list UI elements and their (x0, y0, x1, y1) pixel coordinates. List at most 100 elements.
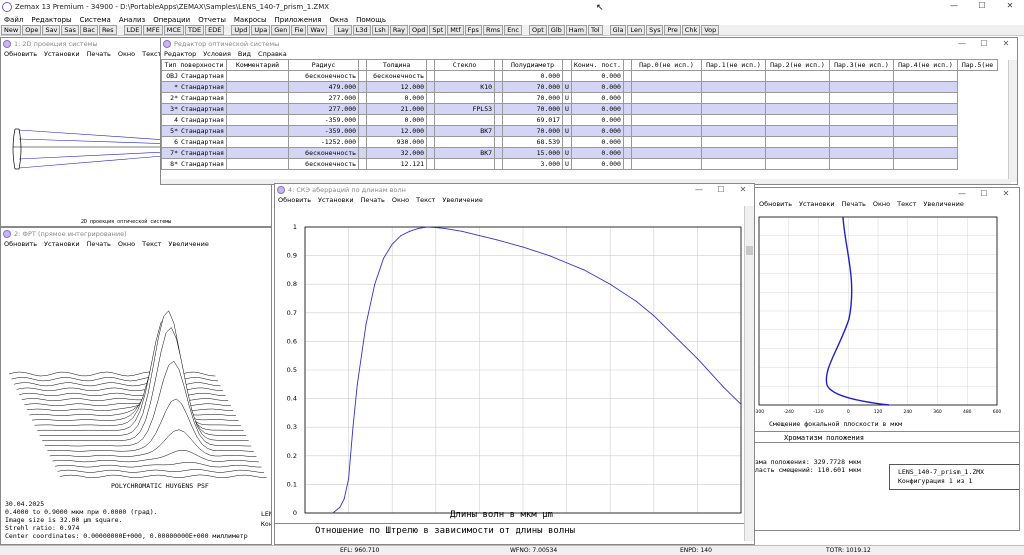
table-cell-thick[interactable]: 32.000 (366, 147, 428, 159)
toolbar-button[interactable]: New (1, 25, 22, 35)
table-cell-conic[interactable]: 0.000 (570, 158, 624, 170)
table-cell-type[interactable]: OBJ Стандартная (161, 70, 228, 82)
table-cell-comment[interactable] (226, 103, 290, 115)
toolbar-button[interactable]: Glb (547, 25, 565, 35)
table-cell-param[interactable] (700, 92, 766, 104)
table-row[interactable]: 3* Стандартная 277.000 21.000 FPL53 70.000 U 0.… (161, 103, 998, 115)
toolbar-button[interactable]: Wav (307, 25, 328, 35)
toolbar-button[interactable]: Ham (565, 25, 587, 35)
window-lens-data-editor[interactable]: Редактор оптической системы — ☐ ✕ Редакт… (160, 37, 1018, 185)
lde-menu-item[interactable]: Редактор (164, 50, 196, 58)
table-cell-glass[interactable]: BK7 (434, 125, 496, 137)
table-cell-s-s[interactable] (562, 70, 572, 82)
table-cell-g-s[interactable] (494, 81, 504, 93)
table-cell-semi[interactable]: 0.000 (502, 70, 564, 82)
table-cell-s-s[interactable]: U (562, 158, 572, 170)
table-cell-param[interactable] (764, 70, 830, 82)
toolbar-button[interactable]: Sys (646, 25, 664, 35)
table-cell-radius[interactable]: бесконечность (288, 158, 360, 170)
table-cell-param[interactable] (764, 92, 830, 104)
toolbar-button[interactable]: Tol (587, 25, 603, 35)
table-cell-s-s[interactable]: U (562, 81, 572, 93)
table-cell-t-s[interactable] (426, 147, 436, 159)
table-cell-param[interactable] (828, 70, 894, 82)
table-cell-param[interactable] (764, 125, 830, 137)
window-chromatic-shift[interactable]: — ☐ ✕ Обновить Установки Печать Окно Текст Ув… (738, 187, 1020, 531)
table-cell-param[interactable] (892, 70, 958, 82)
table-cell-s-s[interactable]: U (562, 103, 572, 115)
table-cell-param[interactable] (630, 136, 702, 148)
toolbar-button[interactable]: Rms (482, 25, 504, 35)
menubar-item[interactable]: Отчеты (198, 16, 226, 24)
maximize-button[interactable]: ☐ (710, 184, 732, 195)
table-cell-param[interactable] (892, 125, 958, 137)
table-cell-param[interactable] (892, 92, 958, 104)
layout-menu-item[interactable]: Печать (87, 50, 111, 58)
psf-menu-item[interactable]: Окно (118, 240, 135, 248)
table-cell-param[interactable] (828, 158, 894, 170)
table-cell-param[interactable] (630, 70, 702, 82)
table-cell-param[interactable] (622, 114, 632, 126)
toolbar-button[interactable]: Opd (409, 25, 429, 35)
table-cell-comment[interactable] (226, 92, 290, 104)
toolbar-button[interactable]: Len (627, 25, 646, 35)
table-cell-t-s[interactable] (426, 136, 436, 148)
table-cell-param[interactable] (828, 125, 894, 137)
table-cell-type[interactable]: 7* Стандартная (161, 147, 228, 159)
chrom-menu-item[interactable]: Окно (873, 200, 890, 208)
table-cell-param[interactable] (764, 158, 830, 170)
table-cell-t-s[interactable] (426, 81, 436, 93)
table-cell-comment[interactable] (226, 125, 290, 137)
toolbar-button[interactable]: Fps (464, 25, 482, 35)
menubar-item[interactable]: Операции (153, 16, 190, 24)
menubar-item[interactable]: Окна (330, 16, 349, 24)
toolbar-button[interactable]: Lsh (371, 25, 389, 35)
minimize-button[interactable]: — (940, 0, 968, 12)
table-cell-s-s[interactable]: U (562, 92, 572, 104)
toolbar-button[interactable]: Opt (529, 25, 547, 35)
table-cell-conic[interactable]: 0.000 (570, 125, 624, 137)
table-cell-param[interactable] (764, 114, 830, 126)
table-cell-param[interactable] (828, 114, 894, 126)
table-cell-param[interactable] (700, 103, 766, 115)
table-cell-t-s[interactable] (426, 158, 436, 170)
table-cell-param[interactable] (892, 158, 958, 170)
layout-menu-item[interactable]: Текст (142, 50, 161, 58)
toolbar-button[interactable]: EDE (205, 25, 225, 35)
vertical-scrollbar[interactable] (744, 206, 754, 541)
minimize-button[interactable]: — (688, 184, 710, 195)
table-cell-comment[interactable] (226, 81, 290, 93)
table-cell-type[interactable]: 2* Стандартная (161, 92, 228, 104)
strehl-menu-item[interactable]: Обновить (278, 196, 311, 204)
table-cell-t-s[interactable] (426, 114, 436, 126)
window-psf[interactable]: 2: ФРТ (прямое интегрирование) Обновить У… (0, 227, 272, 545)
table-cell-glass[interactable] (434, 114, 496, 126)
table-cell-radius[interactable]: бесконечность (288, 147, 360, 159)
table-cell-g-s[interactable] (494, 125, 504, 137)
table-cell-param[interactable] (622, 103, 632, 115)
table-cell-param[interactable] (700, 125, 766, 137)
table-cell-glass[interactable]: BK7 (434, 147, 496, 159)
table-cell-param[interactable] (622, 70, 632, 82)
toolbar-button[interactable]: Upd (231, 25, 251, 35)
chrom-menu-item[interactable]: Текст (897, 200, 916, 208)
table-cell-param[interactable] (700, 147, 766, 159)
table-cell-comment[interactable] (226, 70, 290, 82)
table-cell-semi[interactable]: 70.000 (502, 125, 564, 137)
table-cell-r-s[interactable] (358, 103, 368, 115)
toolbar-button[interactable]: Chk (681, 25, 701, 35)
table-cell-param[interactable] (892, 103, 958, 115)
table-row[interactable]: 6 Стандартная -1252.000 930.000 68.539 0.000 (161, 136, 998, 148)
lde-menu-item[interactable]: Условия (203, 50, 231, 58)
table-cell-s-s[interactable]: U (562, 125, 572, 137)
minimize-button[interactable]: — (951, 188, 973, 199)
table-cell-param[interactable] (630, 147, 702, 159)
strehl-menu-item[interactable]: Увеличение (442, 196, 482, 204)
toolbar-button[interactable]: Lay (334, 25, 352, 35)
table-cell-param[interactable] (828, 136, 894, 148)
table-cell-comment[interactable] (226, 114, 290, 126)
table-cell-param[interactable] (700, 158, 766, 170)
table-cell-radius[interactable]: -359.000 (288, 125, 360, 137)
chrom-menu-item[interactable]: Увеличение (923, 200, 963, 208)
strehl-menu-item[interactable]: Печать (361, 196, 385, 204)
